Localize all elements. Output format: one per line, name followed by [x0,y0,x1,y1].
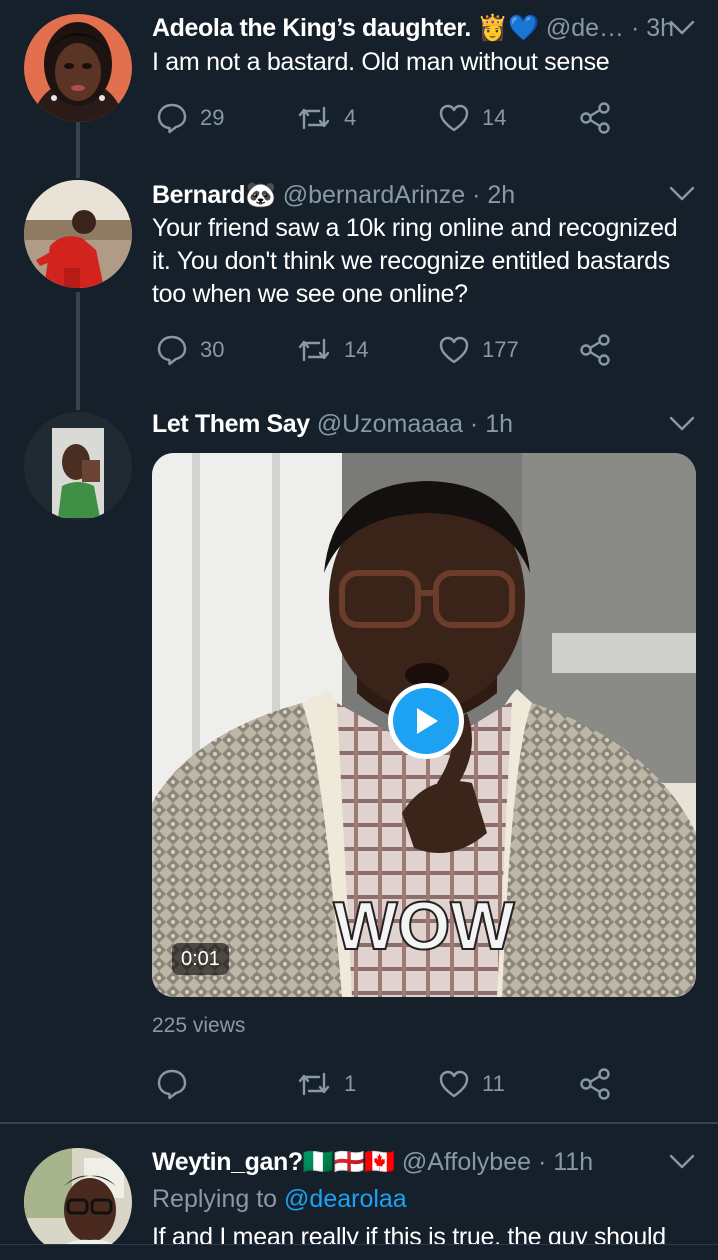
share-icon [580,102,610,134]
retweet-button[interactable]: 1 [296,1064,356,1104]
retweet-count: 1 [344,1071,357,1096]
separator: · [465,181,488,209]
avatar[interactable] [24,180,132,288]
heart-icon [439,104,469,132]
handle[interactable]: @Affolybee [402,1148,531,1176]
avatar[interactable] [24,412,132,520]
share-button[interactable] [578,98,612,138]
display-name[interactable]: Weytin_gan?🇳🇬🏴󠁧󠁢󠁥󠁮󠁧󠁿🇨🇦 [152,1148,395,1176]
like-count: 14 [482,105,507,130]
chevron-down-icon[interactable] [668,1152,696,1172]
timestamp: 2h [487,181,516,209]
display-name[interactable]: Let Them Say [152,410,310,438]
avatar[interactable] [24,14,132,122]
reply-count: 30 [200,337,225,362]
tweet-header: Weytin_gan?🇳🇬🏴󠁧󠁢󠁥󠁮󠁧󠁿🇨🇦 @Affolybee · 11h [152,1145,692,1179]
like-button[interactable]: 177 [438,330,519,370]
reply-button[interactable] [156,1064,200,1104]
reply-icon [157,1069,187,1100]
video-duration: 0:01 [172,943,229,975]
tweet-actions: 29 4 14 [152,98,622,138]
retweet-icon [298,338,330,362]
reply-button[interactable]: 29 [156,98,224,138]
display-name[interactable]: Bernard🐼 [152,181,276,209]
tweet-1[interactable]: Adeola the King’s daughter. 👸💙 @de… · 3h… [0,0,718,172]
share-button[interactable] [578,330,612,370]
timestamp: 11h [553,1148,594,1176]
reply-count: 29 [200,105,225,130]
retweet-button[interactable]: 4 [296,98,356,138]
video-player[interactable]: WOW 0:01 [152,453,696,997]
chevron-down-icon[interactable] [668,18,696,38]
tweet-header: Bernard🐼 @bernardArinze · 2h [152,178,692,212]
replying-to-label: Replying to [152,1185,285,1213]
view-count: 225 views [152,1014,246,1037]
tweet-2[interactable]: Bernard🐼 @bernardArinze · 2h Your friend… [0,172,718,404]
like-count: 11 [482,1071,505,1096]
replying-to-handle[interactable]: @dearolaa [284,1185,407,1213]
heart-icon [439,1070,469,1098]
avatar[interactable] [24,1148,132,1256]
timestamp: 1h [485,410,514,438]
retweet-icon [298,1072,330,1096]
retweet-count: 14 [344,337,369,362]
play-icon [417,708,438,734]
tweet-text: I am not a bastard. Old man without sens… [152,48,610,76]
handle[interactable]: @bernardArinze [283,181,465,209]
tweet-header: Adeola the King’s daughter. 👸💙 @de… · 3h [152,11,692,45]
share-icon [580,1068,610,1100]
chevron-down-icon[interactable] [668,184,696,204]
video-caption: WOW [333,888,515,964]
heart-icon [439,336,469,364]
replying-to: Replying to @dearolaa [152,1182,407,1216]
reply-button[interactable]: 30 [156,330,224,370]
chevron-down-icon[interactable] [668,414,696,434]
retweet-icon [298,106,330,130]
retweet-count: 4 [344,105,357,130]
reply-icon [157,103,187,134]
tweet-actions: 30 14 177 [152,330,622,370]
tweet-actions: 1 11 [152,1064,622,1104]
handle[interactable]: @Uzomaaaa [317,410,463,438]
like-button[interactable]: 14 [438,98,506,138]
separator: · [624,14,647,42]
play-button[interactable] [388,683,464,759]
share-button[interactable] [578,1064,612,1104]
share-icon [580,334,610,366]
separator: · [462,410,486,438]
display-name[interactable]: Adeola the King’s daughter. 👸💙 [152,14,539,42]
separator: · [531,1148,554,1176]
retweet-button[interactable]: 14 [296,330,368,370]
reply-icon [157,335,187,366]
like-count: 177 [482,337,519,362]
handle[interactable]: @de… [546,14,624,42]
bottom-edge [0,1244,718,1260]
tweet-header: Let Them Say @Uzomaaaa · 1h [152,407,692,441]
like-button[interactable]: 11 [438,1064,505,1104]
tweet-text: Your friend saw a 10k ring online and re… [152,214,678,308]
